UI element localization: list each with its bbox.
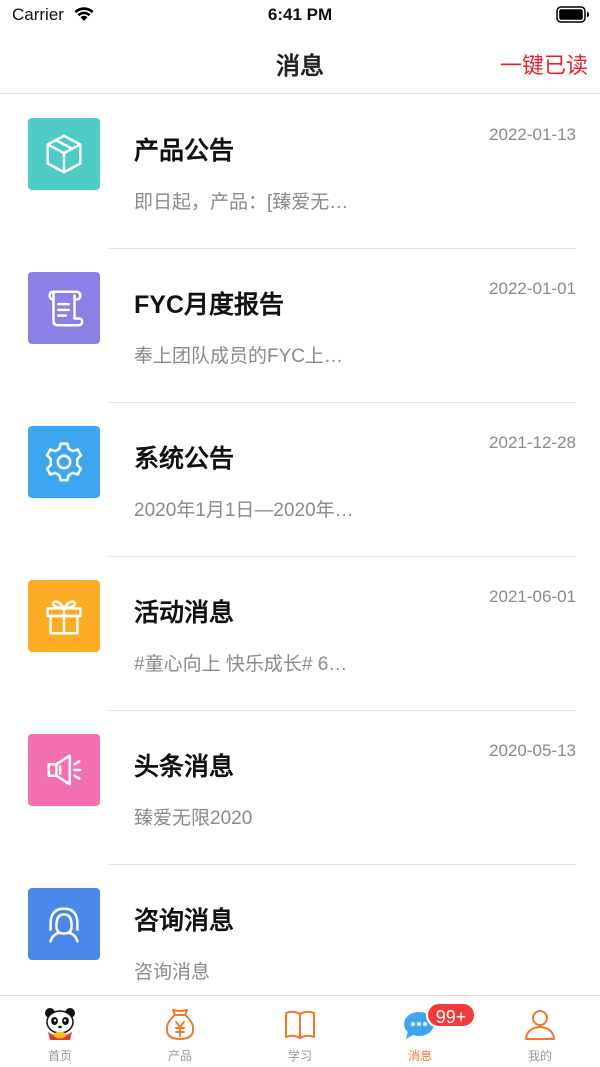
message-item-activity[interactable]: 活动消息 2021-06-01 #童心向上 快乐成长# 6… <box>0 557 600 711</box>
tab-mine[interactable]: 我的 <box>480 996 600 1067</box>
message-snippet: 2020年1月1日—2020年… <box>134 500 354 521</box>
box-icon <box>28 118 100 190</box>
message-snippet: #童心向上 快乐成长# 6… <box>134 654 348 675</box>
message-date: 2021-12-28 <box>489 433 576 452</box>
message-snippet: 咨询消息 <box>134 962 211 983</box>
message-title: 系统公告 <box>134 445 235 473</box>
message-item-headlines[interactable]: 头条消息 2020-05-13 臻爱无限2020 <box>0 711 600 865</box>
battery-icon <box>556 6 589 23</box>
tab-label: 我的 <box>527 1049 552 1063</box>
message-snippet: 即日起，产品：[臻爱无… <box>134 192 349 213</box>
tab-bar: 首页 产品 学习 消息 99+ 我的 <box>0 995 600 1067</box>
message-snippet: 臻爱无限2020 <box>134 808 253 829</box>
gift-icon <box>28 580 100 652</box>
tab-label: 消息 <box>407 1049 432 1063</box>
book-icon <box>281 1005 319 1043</box>
tab-study[interactable]: 学习 <box>240 996 360 1067</box>
user-icon <box>521 1005 559 1043</box>
message-list: 产品公告 2022-01-13 即日起，产品：[臻爱无… FYC月度报告 202… <box>0 95 600 995</box>
scroll-icon <box>28 272 100 344</box>
panda-icon <box>41 1005 79 1043</box>
message-date: 2022-01-01 <box>489 279 576 298</box>
nav-bar: 消息 一键已读 <box>0 32 600 94</box>
tab-label: 产品 <box>167 1049 192 1063</box>
message-title: 产品公告 <box>134 137 235 165</box>
message-snippet: 奉上团队成员的FYC上… <box>134 346 344 367</box>
message-item-fyc-report[interactable]: FYC月度报告 2022-01-01 奉上团队成员的FYC上… <box>0 249 600 403</box>
mark-all-read-button[interactable]: 一键已读 <box>500 48 588 80</box>
tab-label: 学习 <box>287 1049 312 1063</box>
message-date: 2022-01-13 <box>489 125 576 144</box>
message-title: 头条消息 <box>134 753 235 781</box>
money-bag-icon <box>161 1005 199 1043</box>
unread-badge: 99+ <box>426 1002 476 1028</box>
message-item-product-notice[interactable]: 产品公告 2022-01-13 即日起，产品：[臻爱无… <box>0 95 600 249</box>
tab-messages[interactable]: 消息 99+ <box>360 996 480 1067</box>
message-title: 咨询消息 <box>134 907 235 935</box>
tab-label: 首页 <box>47 1049 72 1063</box>
tab-home[interactable]: 首页 <box>0 996 120 1067</box>
status-bar: Carrier 6:41 PM <box>0 0 600 32</box>
message-title: FYC月度报告 <box>134 291 285 319</box>
message-item-system-notice[interactable]: 系统公告 2021-12-28 2020年1月1日—2020年… <box>0 403 600 557</box>
clock-time: 6:41 PM <box>267 5 333 24</box>
message-title: 活动消息 <box>134 599 235 627</box>
tab-products[interactable]: 产品 <box>120 996 240 1067</box>
message-date: 2020-05-13 <box>489 741 576 760</box>
headset-icon <box>28 888 100 960</box>
gear-icon <box>28 426 100 498</box>
message-date: 2021-06-01 <box>489 587 576 606</box>
message-item-consultation[interactable]: 咨询消息 咨询消息 <box>0 865 600 995</box>
megaphone-icon <box>28 734 100 806</box>
